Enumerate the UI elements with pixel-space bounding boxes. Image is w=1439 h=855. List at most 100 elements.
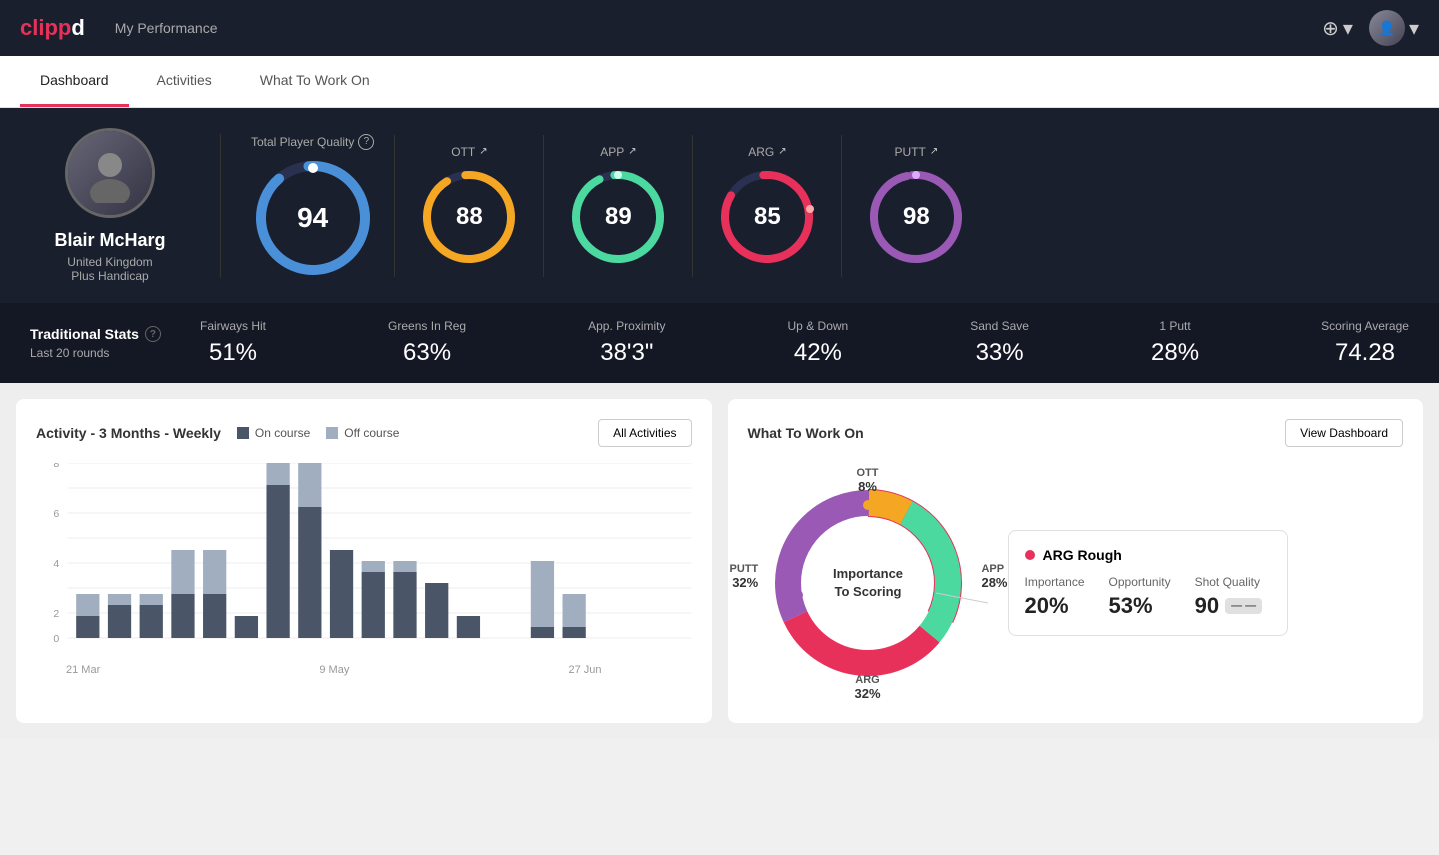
add-button[interactable]: ⊕ ▾ bbox=[1322, 16, 1353, 41]
tab-bar: Dashboard Activities What To Work On bbox=[0, 56, 1439, 108]
arrow-icon: ↗ bbox=[628, 146, 636, 157]
chart-svg: 8 6 4 2 0 bbox=[36, 463, 692, 663]
ott-label-outer: OTT 8% bbox=[857, 467, 879, 494]
quality-tag: — — bbox=[1225, 598, 1262, 614]
chart-title: Activity - 3 Months - Weekly bbox=[36, 425, 221, 441]
stat-value: 51% bbox=[209, 339, 257, 367]
header: clippd My Performance ⊕ ▾ 👤 ▾ bbox=[0, 0, 1439, 56]
wtwo-header: What To Work On View Dashboard bbox=[748, 419, 1404, 447]
metric-value: 20% bbox=[1025, 593, 1085, 619]
svg-text:6: 6 bbox=[53, 509, 59, 520]
arrow-icon: ↗ bbox=[778, 146, 786, 157]
info-metrics: Importance 20% Opportunity 53% Shot Qual… bbox=[1025, 575, 1271, 619]
stat-fairways: Fairways Hit 51% bbox=[200, 319, 266, 367]
total-quality: Total Player Quality ? 94 bbox=[251, 134, 374, 278]
wtwo-panel: What To Work On View Dashboard bbox=[728, 399, 1424, 723]
wtwo-content: Importance To Scoring OTT 8% APP bbox=[748, 463, 1404, 703]
trad-stats-label: Traditional Stats ? Last 20 rounds bbox=[30, 326, 170, 360]
ott-score: 88 bbox=[456, 203, 483, 231]
stat-value: 28% bbox=[1151, 339, 1199, 367]
stat-label: Sand Save bbox=[970, 319, 1029, 333]
tab-activities[interactable]: Activities bbox=[137, 56, 232, 107]
metric-putt: PUTT ↗ 98 bbox=[841, 135, 990, 277]
arg-circle: 85 bbox=[717, 167, 817, 267]
putt-circle: 98 bbox=[866, 167, 966, 267]
quality-label: Total Player Quality ? bbox=[251, 134, 374, 150]
info-metric-opportunity: Opportunity 53% bbox=[1109, 575, 1171, 619]
stat-value: 63% bbox=[403, 339, 451, 367]
stat-greens: Greens In Reg 63% bbox=[388, 319, 466, 367]
help-icon[interactable]: ? bbox=[145, 326, 161, 342]
chevron-down-icon: ▾ bbox=[1409, 16, 1419, 41]
stat-scoring: Scoring Average 74.28 bbox=[1321, 319, 1409, 367]
svg-text:To Scoring: To Scoring bbox=[834, 584, 901, 599]
svg-text:Importance: Importance bbox=[832, 566, 902, 581]
tab-what-to-work-on[interactable]: What To Work On bbox=[240, 56, 390, 107]
ott-label: OTT ↗ bbox=[451, 145, 487, 159]
stat-label: 1 Putt bbox=[1159, 319, 1190, 333]
all-activities-button[interactable]: All Activities bbox=[598, 419, 691, 447]
info-dot bbox=[1025, 550, 1035, 560]
stat-value: 33% bbox=[976, 339, 1024, 367]
arg-score: 85 bbox=[754, 203, 781, 231]
stat-value: 74.28 bbox=[1335, 339, 1395, 367]
bar-chart: 8 6 4 2 0 bbox=[36, 463, 692, 683]
info-metric-shotquality: Shot Quality 90 — — bbox=[1195, 575, 1263, 619]
chevron-down-icon: ▾ bbox=[1343, 16, 1353, 41]
putt-label: PUTT ↗ bbox=[895, 145, 939, 159]
chart-header: Activity - 3 Months - Weekly On course O… bbox=[36, 419, 692, 447]
off-course-dot bbox=[326, 427, 338, 439]
trad-stats-subtitle: Last 20 rounds bbox=[30, 346, 170, 360]
app-label-outer: APP 28% bbox=[981, 563, 1007, 590]
svg-text:0: 0 bbox=[53, 634, 59, 645]
metric-arg: ARG ↗ 85 bbox=[692, 135, 841, 277]
view-dashboard-button[interactable]: View Dashboard bbox=[1285, 419, 1403, 447]
user-menu-button[interactable]: 👤 ▾ bbox=[1369, 10, 1419, 46]
stat-label: App. Proximity bbox=[588, 319, 665, 333]
stat-label: Fairways Hit bbox=[200, 319, 266, 333]
donut-svg: Importance To Scoring bbox=[748, 463, 988, 703]
help-icon[interactable]: ? bbox=[358, 134, 374, 150]
stat-label: Scoring Average bbox=[1321, 319, 1409, 333]
traditional-stats: Traditional Stats ? Last 20 rounds Fairw… bbox=[0, 303, 1439, 383]
app-circle: 89 bbox=[568, 167, 668, 267]
app-label: APP ↗ bbox=[600, 145, 636, 159]
ott-circle: 88 bbox=[419, 167, 519, 267]
bottom-panels: Activity - 3 Months - Weekly On course O… bbox=[0, 383, 1439, 739]
info-metric-importance: Importance 20% bbox=[1025, 575, 1085, 619]
metric-label: Shot Quality bbox=[1195, 575, 1263, 589]
x-label-2: 9 May bbox=[319, 664, 349, 676]
main-score-value: 94 bbox=[297, 202, 328, 234]
header-actions: ⊕ ▾ 👤 ▾ bbox=[1322, 10, 1419, 46]
stat-updown: Up & Down 42% bbox=[788, 319, 849, 367]
x-label-3: 27 Jun bbox=[568, 664, 601, 676]
metric-label: Opportunity bbox=[1109, 575, 1171, 589]
arrow-icon: ↗ bbox=[479, 146, 487, 157]
tab-dashboard[interactable]: Dashboard bbox=[20, 56, 129, 107]
putt-label-outer: PUTT 32% bbox=[730, 563, 759, 590]
player-info: Blair McHarg United Kingdom Plus Handica… bbox=[30, 128, 190, 283]
info-card-title: ARG Rough bbox=[1025, 547, 1271, 563]
wtwo-title: What To Work On bbox=[748, 425, 864, 441]
metric-value: 90 — — bbox=[1195, 593, 1263, 619]
stat-label: Up & Down bbox=[788, 319, 849, 333]
avatar: 👤 bbox=[1369, 10, 1405, 46]
arg-label-outer: ARG 32% bbox=[854, 674, 880, 701]
player-handicap: Plus Handicap bbox=[71, 269, 148, 283]
legend-off-course: Off course bbox=[326, 426, 399, 440]
logo: clippd bbox=[20, 15, 85, 41]
donut-chart: Importance To Scoring OTT 8% APP bbox=[748, 463, 988, 703]
arrow-icon: ↗ bbox=[930, 146, 938, 157]
chart-legend: On course Off course bbox=[237, 426, 400, 440]
x-labels: 21 Mar 9 May 27 Jun bbox=[36, 664, 692, 676]
player-avatar bbox=[65, 128, 155, 218]
stat-items: Fairways Hit 51% Greens In Reg 63% App. … bbox=[200, 319, 1409, 367]
stat-sandsave: Sand Save 33% bbox=[970, 319, 1029, 367]
legend-on-course: On course bbox=[237, 426, 310, 440]
on-course-dot bbox=[237, 427, 249, 439]
stat-label: Greens In Reg bbox=[388, 319, 466, 333]
svg-text:4: 4 bbox=[53, 559, 59, 570]
avatar-image bbox=[68, 131, 152, 215]
metric-ott: OTT ↗ 88 bbox=[394, 135, 543, 277]
x-label-1: 21 Mar bbox=[66, 664, 100, 676]
